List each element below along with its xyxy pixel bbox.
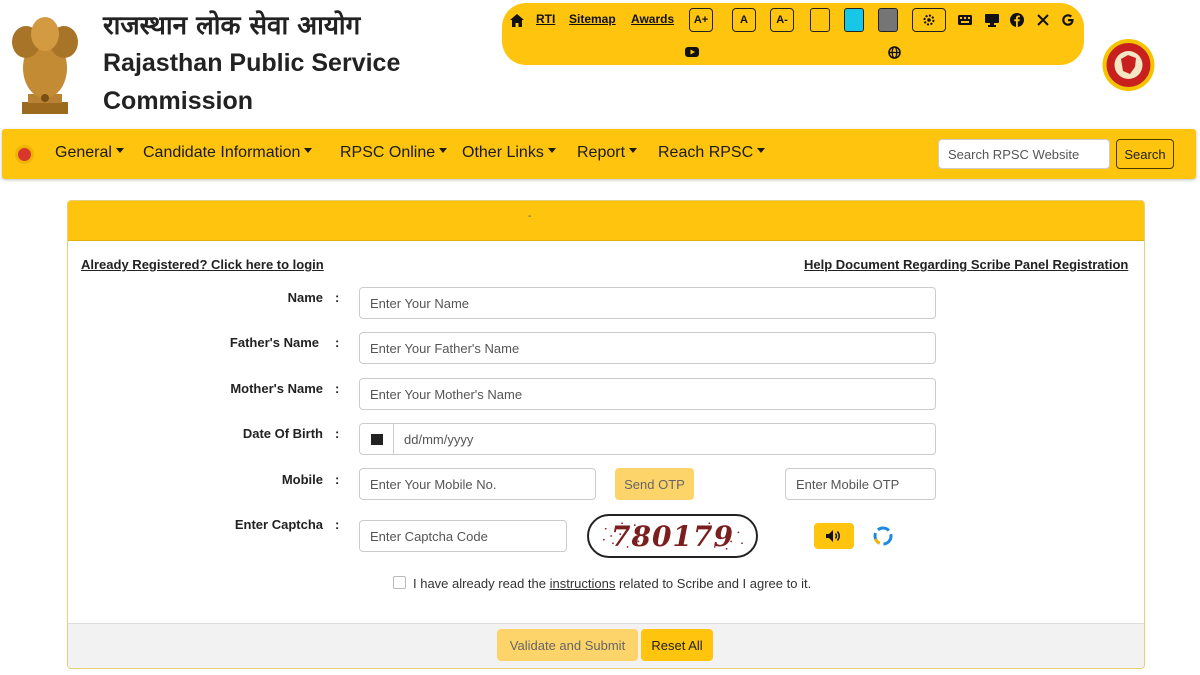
agree-text-after: related to Scribe and I agree to it. <box>615 576 812 591</box>
nav-item-label: Reach RPSC <box>658 144 754 161</box>
chevron-down-icon <box>439 148 448 154</box>
nav-item-reach-rpsc[interactable]: Reach RPSC <box>658 144 766 162</box>
colon: : <box>335 426 340 441</box>
colon: : <box>335 472 340 487</box>
validate-submit-button[interactable]: Validate and Submit <box>497 629 638 661</box>
mobile-input[interactable] <box>359 468 596 500</box>
globe-icon[interactable] <box>885 43 903 61</box>
nav-item-label: Other Links <box>462 144 544 161</box>
awards-link[interactable]: Awards <box>631 12 674 26</box>
agree-text: I have already read the instructions rel… <box>413 576 811 591</box>
colon: : <box>335 335 340 350</box>
nav-item-general[interactable]: General <box>55 144 124 162</box>
mother-name-input[interactable] <box>359 378 936 410</box>
theme-gray-swatch[interactable] <box>878 8 898 32</box>
captcha-input[interactable] <box>359 520 567 552</box>
colon: : <box>335 290 340 305</box>
card-header-text: - <box>528 211 532 222</box>
nav-item-candidate-information[interactable]: Candidate Information <box>143 144 313 162</box>
refresh-captcha-icon[interactable] <box>871 524 895 548</box>
nav-item-label: RPSC Online <box>340 144 436 161</box>
login-link[interactable]: Already Registered? Click here to login <box>81 257 324 272</box>
instructions-link[interactable]: instructions <box>550 576 616 591</box>
agree-text-before: I have already read the <box>413 576 550 591</box>
facebook-icon[interactable] <box>1008 11 1026 29</box>
captcha-image: 780179 <box>587 514 758 558</box>
nav-item-report[interactable]: Report <box>577 144 638 162</box>
x-icon[interactable] <box>1034 11 1052 29</box>
chevron-down-icon <box>115 148 124 154</box>
theme-yellow-swatch[interactable] <box>810 8 830 32</box>
national-emblem-logo <box>12 17 78 114</box>
name-label: Name <box>287 290 323 305</box>
reset-all-button[interactable]: Reset All <box>641 629 713 661</box>
theme-blue-swatch[interactable] <box>844 8 864 32</box>
gear-icon[interactable] <box>912 8 946 32</box>
dob-field <box>359 423 936 455</box>
home-icon[interactable] <box>508 11 526 29</box>
chevron-down-icon <box>547 148 556 154</box>
rpsc-nav-logo-icon[interactable] <box>15 145 34 164</box>
font-increase-button[interactable]: A+ <box>689 8 713 32</box>
nav-item-label: General <box>55 144 112 161</box>
site-title-english: Rajasthan Public Service Commission <box>103 49 401 115</box>
font-decrease-button[interactable]: A- <box>770 8 794 32</box>
nav-item-rpsc-online[interactable]: RPSC Online <box>340 144 448 162</box>
send-otp-button[interactable]: Send OTP <box>615 468 694 500</box>
captcha-code: 780179 <box>611 519 734 553</box>
rpsc-seal-logo <box>1102 39 1155 91</box>
desktop-icon[interactable] <box>983 11 1001 29</box>
mobile-otp-input[interactable] <box>785 468 936 500</box>
site-search-button[interactable]: Search <box>1116 139 1174 169</box>
page: राजस्थान लोक सेवा आयोग Rajasthan Public … <box>0 0 1200 675</box>
nav-item-label: Candidate Information <box>143 144 301 161</box>
main-navbar: General Candidate Information RPSC Onlin… <box>2 129 1196 179</box>
nav-item-other-links[interactable]: Other Links <box>462 144 556 162</box>
google-icon[interactable] <box>1059 11 1077 29</box>
agree-checkbox[interactable] <box>393 576 406 589</box>
dob-label: Date Of Birth <box>242 426 323 441</box>
father-name-label: Father's Name <box>229 335 319 350</box>
help-document-link[interactable]: Help Document Regarding Scribe Panel Reg… <box>804 257 1128 272</box>
colon: : <box>335 517 340 532</box>
father-name-input[interactable] <box>359 332 936 364</box>
chevron-down-icon <box>757 148 766 154</box>
captcha-label: Enter Captcha <box>234 517 323 532</box>
calendar-icon[interactable] <box>360 424 394 454</box>
accessibility-toolbar: RTI Sitemap Awards A+ A A- <box>502 3 1084 65</box>
card-header: - <box>68 201 1144 241</box>
colon: : <box>335 381 340 396</box>
sitemap-link[interactable]: Sitemap <box>569 12 616 26</box>
mobile-label: Mobile <box>281 472 323 487</box>
captcha-audio-button[interactable] <box>814 523 854 549</box>
site-search-input[interactable] <box>938 139 1110 169</box>
font-normal-button[interactable]: A <box>732 8 756 32</box>
rti-link[interactable]: RTI <box>536 12 555 26</box>
speaker-icon <box>826 530 840 542</box>
site-title-hindi: राजस्थान लोक सेवा आयोग <box>103 11 361 41</box>
keyboard-icon[interactable] <box>956 11 974 29</box>
chevron-down-icon <box>629 148 638 154</box>
nav-item-label: Report <box>577 144 626 161</box>
mother-name-label: Mother's Name <box>230 381 323 396</box>
youtube-icon[interactable] <box>683 43 701 61</box>
name-input[interactable] <box>359 287 936 319</box>
dob-input[interactable] <box>394 424 935 454</box>
chevron-down-icon <box>304 148 313 154</box>
